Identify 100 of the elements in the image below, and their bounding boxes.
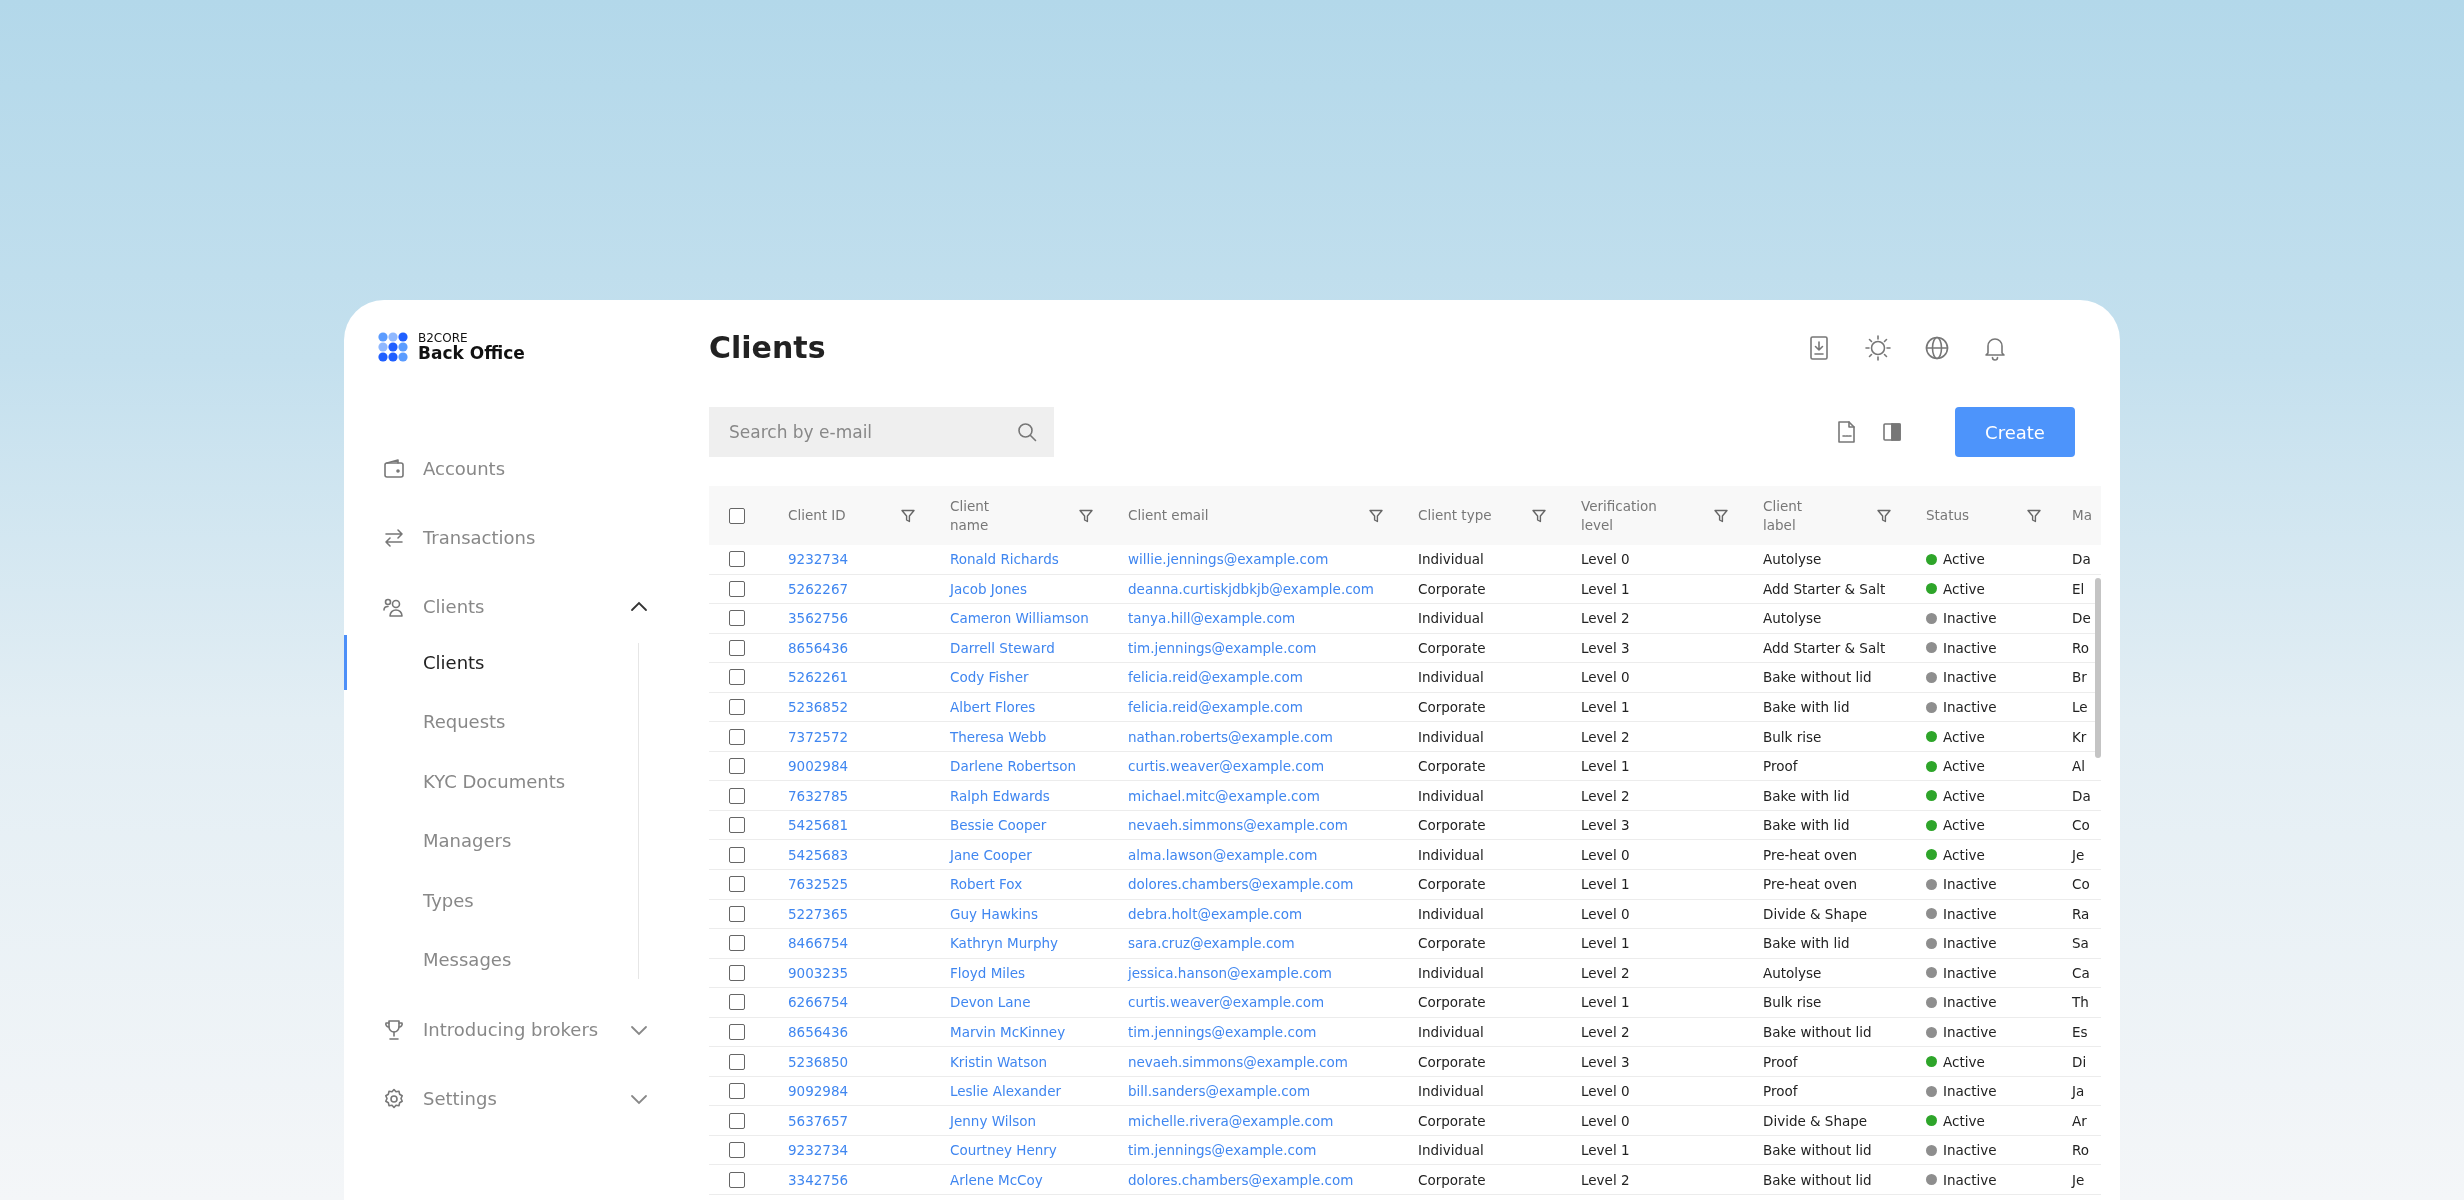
client-id-link[interactable]: 9003235: [788, 964, 849, 981]
client-email-link[interactable]: tanya.hill@example.com: [1128, 610, 1296, 627]
column-header[interactable]: Ma: [2072, 506, 2092, 525]
checkbox[interactable]: [729, 876, 745, 893]
filter-icon[interactable]: [1531, 507, 1547, 524]
client-email-link[interactable]: bill.sanders@example.com: [1128, 1083, 1311, 1100]
column-header[interactable]: Client type: [1418, 506, 1492, 525]
checkbox[interactable]: [729, 699, 745, 715]
client-id-link[interactable]: 3342756: [788, 1171, 849, 1188]
client-id-link[interactable]: 7632525: [788, 876, 849, 893]
client-email-link[interactable]: dolores.chambers@example.com: [1128, 1171, 1354, 1188]
client-id-link[interactable]: 9002984: [788, 758, 849, 775]
sidebar-subitem[interactable]: Types: [344, 870, 690, 930]
client-id-link[interactable]: 9092984: [788, 1083, 849, 1100]
sidebar-item[interactable]: Settings: [344, 1064, 690, 1134]
client-name-link[interactable]: Guy Hawkins: [950, 905, 1038, 922]
client-name-link[interactable]: Cody Fisher: [950, 669, 1029, 686]
client-email-link[interactable]: tim.jennings@example.com: [1128, 1024, 1317, 1040]
column-header[interactable]: Client ID: [788, 506, 846, 525]
client-name-link[interactable]: Kathryn Murphy: [950, 935, 1058, 952]
client-email-link[interactable]: felicia.reid@example.com: [1128, 669, 1303, 686]
client-id-link[interactable]: 9232734: [788, 551, 849, 568]
client-email-link[interactable]: michael.mitc@example.com: [1128, 787, 1320, 804]
client-email-link[interactable]: dolores.chambers@example.com: [1128, 876, 1354, 893]
checkbox[interactable]: [729, 728, 745, 745]
client-name-link[interactable]: Jacob Jones: [950, 580, 1027, 597]
client-email-link[interactable]: jessica.hanson@example.com: [1128, 964, 1332, 981]
client-email-link[interactable]: michelle.rivera@example.com: [1128, 1112, 1334, 1129]
search-field[interactable]: Search by e-mail: [709, 407, 1054, 457]
checkbox[interactable]: [729, 551, 745, 568]
checkbox[interactable]: [729, 758, 745, 775]
checkbox[interactable]: [729, 1142, 745, 1159]
column-header[interactable]: Client name: [950, 496, 990, 535]
client-id-link[interactable]: 5227365: [788, 905, 849, 922]
sidebar-subitem[interactable]: Managers: [344, 811, 690, 871]
client-id-link[interactable]: 5637657: [788, 1112, 849, 1129]
client-email-link[interactable]: nevaeh.simmons@example.com: [1128, 817, 1348, 834]
client-id-link[interactable]: 9232734: [788, 1142, 849, 1159]
checkbox[interactable]: [729, 1112, 745, 1129]
client-id-link[interactable]: 3562756: [788, 610, 849, 627]
client-name-link[interactable]: Ronald Richards: [950, 551, 1059, 568]
client-email-link[interactable]: deanna.curtiskjdbkjb@example.com: [1128, 580, 1374, 597]
client-id-link[interactable]: 5262267: [788, 580, 849, 597]
client-id-link[interactable]: 5425683: [788, 846, 849, 863]
client-id-link[interactable]: 7632785: [788, 787, 849, 804]
client-email-link[interactable]: alma.lawson@example.com: [1128, 846, 1318, 863]
client-email-link[interactable]: nathan.roberts@example.com: [1128, 728, 1333, 745]
checkbox[interactable]: [729, 964, 745, 981]
sidebar-subitem[interactable]: KYC Documents: [344, 751, 690, 812]
sidebar-subitem[interactable]: Requests: [344, 692, 690, 752]
checkbox[interactable]: [729, 787, 745, 804]
sun-icon[interactable]: [1864, 334, 1892, 362]
client-email-link[interactable]: curtis.weaver@example.com: [1128, 994, 1325, 1011]
column-header[interactable]: Verification level: [1581, 496, 1657, 535]
filter-icon[interactable]: [2026, 507, 2042, 524]
checkbox[interactable]: [729, 1053, 745, 1070]
bell-icon[interactable]: [1982, 335, 2008, 361]
client-id-link[interactable]: 8656436: [788, 1024, 849, 1040]
checkbox[interactable]: [729, 817, 745, 834]
client-name-link[interactable]: Jane Cooper: [950, 846, 1032, 863]
client-id-link[interactable]: 5425681: [788, 817, 849, 834]
client-email-link[interactable]: tim.jennings@example.com: [1128, 1142, 1317, 1159]
client-email-link[interactable]: sara.cruz@example.com: [1128, 935, 1295, 952]
client-email-link[interactable]: curtis.weaver@example.com: [1128, 758, 1325, 775]
client-name-link[interactable]: Darrell Steward: [950, 639, 1055, 656]
client-email-link[interactable]: felicia.reid@example.com: [1128, 699, 1303, 715]
column-header[interactable]: Client email: [1128, 506, 1209, 525]
column-header[interactable]: Status: [1926, 506, 1970, 525]
checkbox[interactable]: [729, 1083, 745, 1100]
client-name-link[interactable]: Kristin Watson: [950, 1053, 1047, 1070]
client-name-link[interactable]: Jenny Wilson: [950, 1112, 1037, 1129]
sidebar-subitem[interactable]: Messages: [344, 929, 690, 990]
sidebar-item[interactable]: Transactions: [344, 503, 690, 572]
client-name-link[interactable]: Courtney Henry: [950, 1142, 1057, 1159]
checkbox[interactable]: [729, 1024, 745, 1040]
column-header[interactable]: Client label: [1763, 496, 1803, 535]
checkbox[interactable]: [729, 507, 745, 524]
client-name-link[interactable]: Ralph Edwards: [950, 787, 1050, 804]
checkbox[interactable]: [729, 935, 745, 952]
checkbox[interactable]: [729, 580, 745, 597]
client-name-link[interactable]: Leslie Alexander: [950, 1083, 1062, 1100]
client-name-link[interactable]: Theresa Webb: [950, 728, 1047, 745]
client-name-link[interactable]: Bessie Cooper: [950, 817, 1047, 834]
create-button[interactable]: Create: [1955, 407, 2075, 457]
search-icon[interactable]: [1016, 421, 1038, 443]
client-name-link[interactable]: Devon Lane: [950, 994, 1031, 1011]
client-email-link[interactable]: nevaeh.simmons@example.com: [1128, 1053, 1348, 1070]
spreadsheet-file-icon[interactable]: [1835, 420, 1857, 444]
columns-icon[interactable]: [1881, 421, 1903, 443]
client-id-link[interactable]: 7372572: [788, 728, 849, 745]
checkbox[interactable]: [729, 639, 745, 656]
client-email-link[interactable]: debra.holt@example.com: [1128, 905, 1303, 922]
filter-icon[interactable]: [900, 507, 916, 524]
client-name-link[interactable]: Robert Fox: [950, 876, 1023, 893]
client-name-link[interactable]: Arlene McCoy: [950, 1171, 1043, 1188]
client-name-link[interactable]: Marvin McKinney: [950, 1024, 1066, 1040]
globe-icon[interactable]: [1924, 335, 1950, 361]
client-name-link[interactable]: Albert Flores: [950, 699, 1036, 715]
client-email-link[interactable]: willie.jennings@example.com: [1128, 551, 1329, 568]
client-name-link[interactable]: Cameron Williamson: [950, 610, 1089, 627]
